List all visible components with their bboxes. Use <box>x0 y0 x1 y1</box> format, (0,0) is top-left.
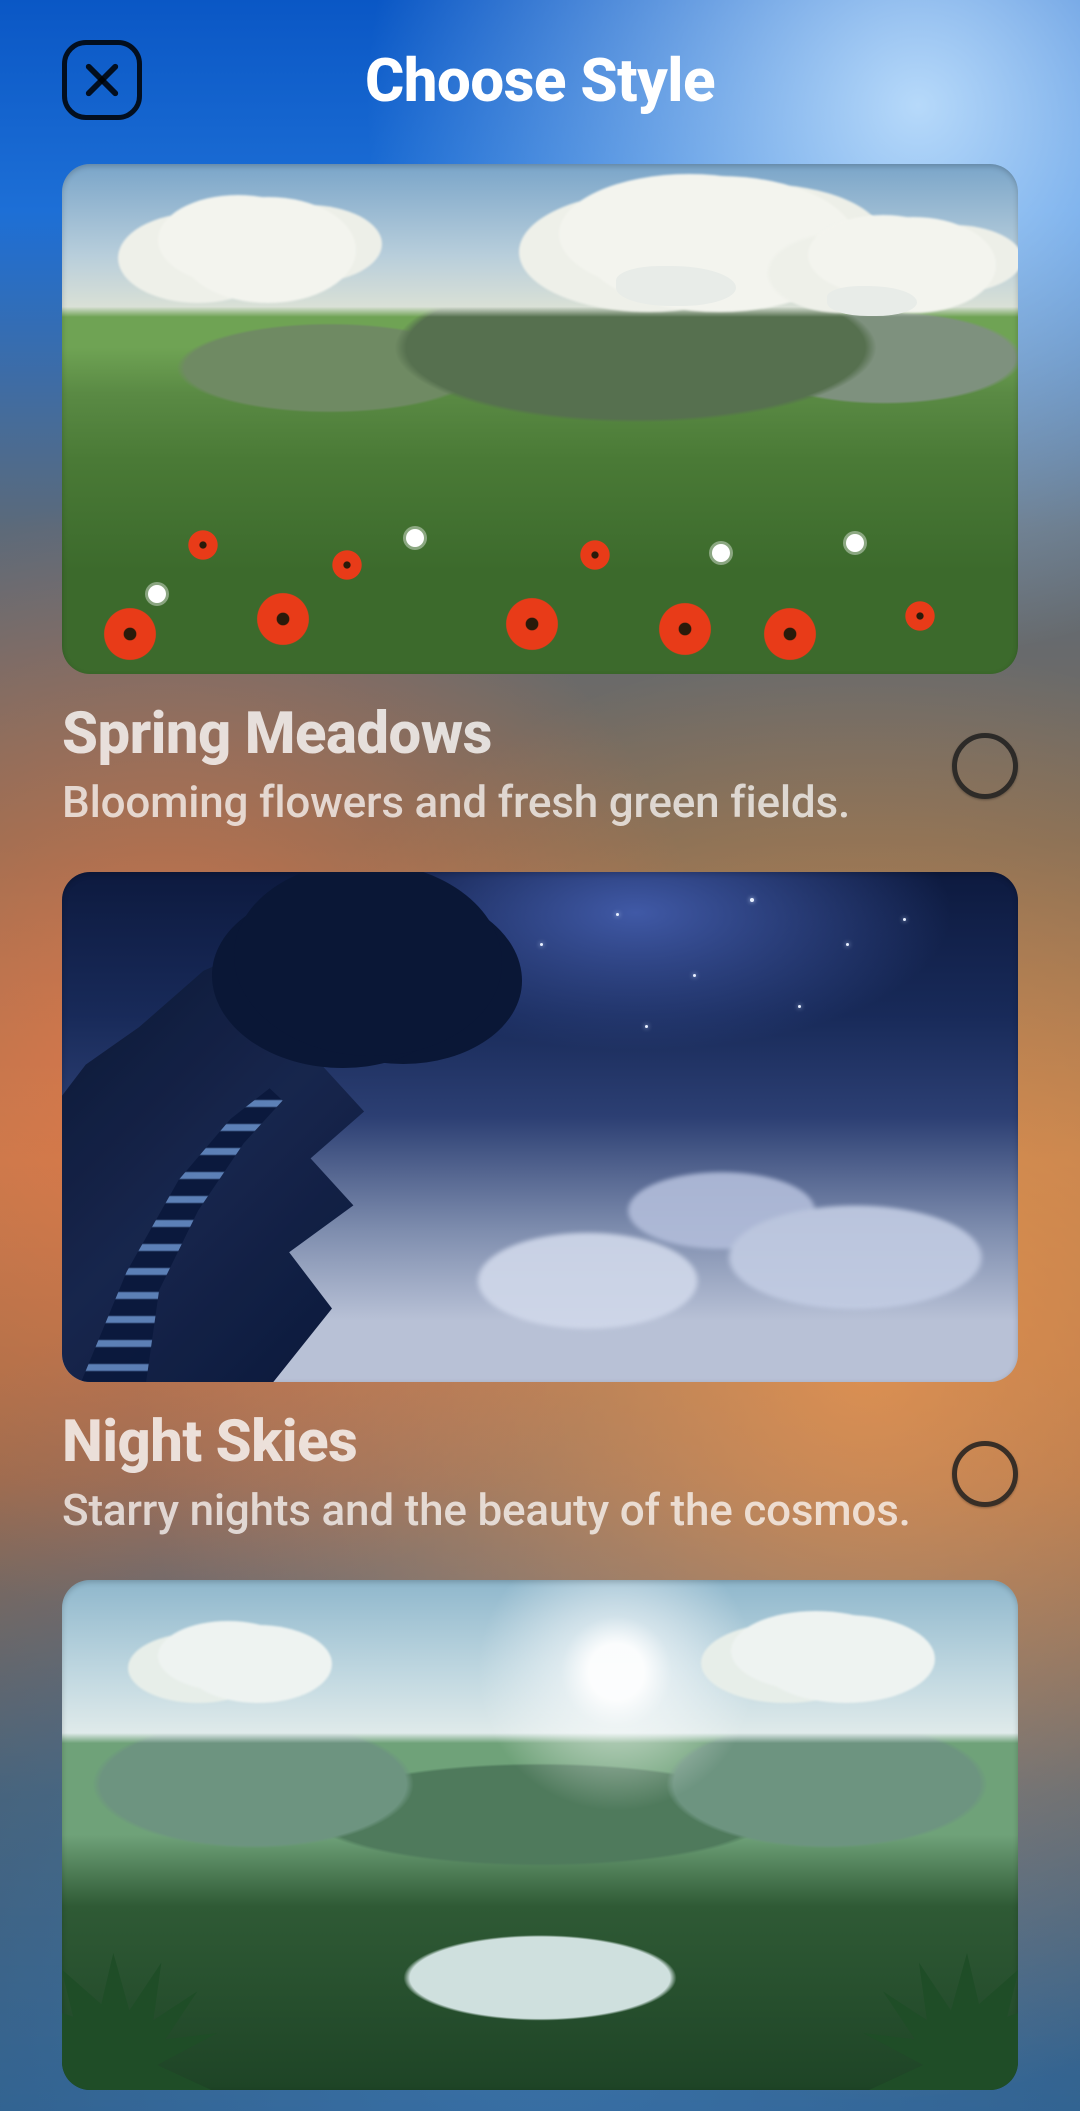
style-card-partial[interactable] <box>62 1580 1018 2090</box>
style-thumbnail[interactable] <box>62 164 1018 674</box>
style-thumbnail[interactable] <box>62 1580 1018 2090</box>
style-thumbnail[interactable] <box>62 872 1018 1382</box>
style-title: Night Skies <box>62 1408 932 1476</box>
style-list[interactable]: Spring Meadows Blooming flowers and fres… <box>62 130 1018 2090</box>
choose-style-screen: Choose Style Spring Meadows Blooming flo… <box>0 0 1080 2090</box>
style-description: Starry nights and the beauty of the cosm… <box>62 1484 932 1536</box>
style-card-night-skies[interactable]: Night Skies Starry nights and the beauty… <box>62 872 1018 1536</box>
style-radio[interactable] <box>952 733 1018 799</box>
style-title: Spring Meadows <box>62 700 932 768</box>
style-description: Blooming flowers and fresh green fields. <box>62 776 932 828</box>
close-button[interactable] <box>62 40 142 120</box>
page-title: Choose Style <box>365 45 715 116</box>
header: Choose Style <box>62 30 1018 130</box>
style-radio[interactable] <box>952 1441 1018 1507</box>
style-card-spring-meadows[interactable]: Spring Meadows Blooming flowers and fres… <box>62 164 1018 828</box>
close-icon <box>83 61 121 99</box>
